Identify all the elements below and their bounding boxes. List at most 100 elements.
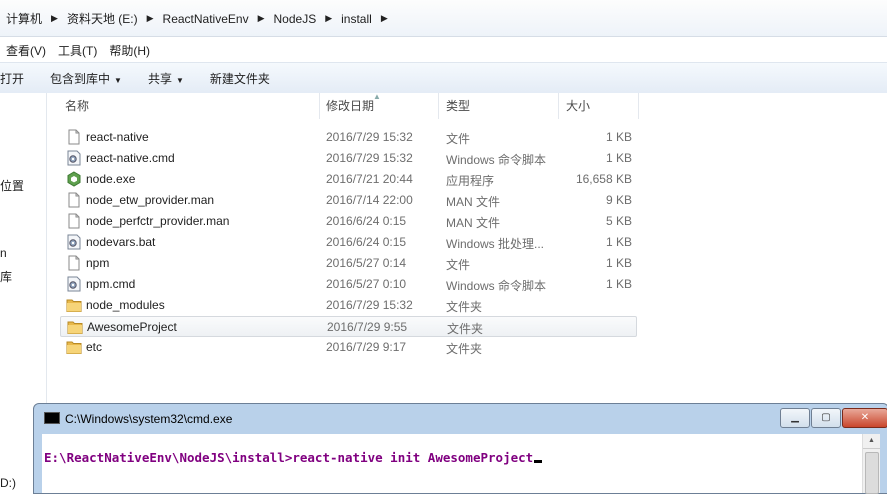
file-name: react-native [86,130,149,144]
include-library-button[interactable]: 包含到库中 ▼ [50,70,136,87]
open-button[interactable]: 打开 [0,70,38,87]
share-button[interactable]: 共享 ▼ [148,70,198,87]
maximize-button[interactable]: ▢ [811,408,841,428]
sort-ascending-icon: ▲ [373,92,381,101]
column-header: 名称 修改日期 ▲ 类型 大小 [47,92,647,119]
menu-tools[interactable]: 工具(T) [52,42,103,59]
share-label: 共享 [147,71,172,86]
window-controls: ▁ ▢ ✕ [779,408,887,428]
text-cursor [534,460,543,463]
nav-item-library[interactable]: 库 [0,268,12,285]
file-date: 2016/7/29 15:32 [326,130,413,144]
file-name: node_etw_provider.man [86,193,215,207]
nav-item-drive-d[interactable]: D:) [0,476,16,490]
console-command-text: E:\ReactNativeEnv\NodeJS\install>react-n… [44,450,534,465]
scroll-up-icon[interactable]: ▲ [863,434,880,449]
file-type: MAN 文件 [446,216,501,230]
breadcrumb-nodejs[interactable]: NodeJS [268,12,323,26]
menu-bar: 查看(V) 工具(T) 帮助(H) [0,38,156,62]
file-name: nodevars.bat [86,235,156,249]
file-date: 2016/5/27 0:14 [326,256,407,270]
file-row[interactable]: npm 2016/5/27 0:14 文件 1 KB [60,253,635,274]
folder-icon [66,339,82,355]
breadcrumb-install[interactable]: install [335,12,378,26]
console-command-line: E:\ReactNativeEnv\NodeJS\install>react-n… [44,450,543,465]
file-size: 16,658 KB [575,172,632,186]
file-row[interactable]: react-native.cmd 2016/7/29 15:32 Windows 命… [60,148,635,169]
file-type: Windows 命令脚本 [446,279,547,293]
dropdown-caret-icon: ▼ [175,75,184,85]
file-date: 2016/5/27 0:10 [326,277,407,291]
file-size: 1 KB [605,277,632,291]
file-type: Windows 批处理... [446,237,545,251]
breadcrumb-reactnativeenv[interactable]: ReactNativeEnv [157,12,255,26]
file-name: node_perfctr_provider.man [86,214,230,228]
file-size: 1 KB [605,235,632,249]
menu-help[interactable]: 帮助(H) [103,42,156,59]
minimize-button[interactable]: ▁ [780,408,810,428]
vertical-scrollbar[interactable]: ▲ [862,434,880,494]
folder-icon [66,297,82,313]
file-type: Windows 命令脚本 [446,153,547,167]
breadcrumb-drive[interactable]: 资料天地 (E:) [61,10,144,27]
file-date: 2016/7/21 20:44 [326,172,413,186]
file-icon [66,129,82,145]
file-name: npm.cmd [86,277,136,291]
console-icon [44,412,60,424]
file-row[interactable]: nodevars.bat 2016/6/24 0:15 Windows 批处理...… [60,232,635,253]
file-row[interactable]: node.exe 2016/7/21 20:44 应用程序 16,658 KB [60,169,635,190]
chevron-right-icon[interactable]: ▶ [322,13,335,24]
file-row[interactable]: node_modules 2016/7/29 15:32 文件夹 [60,295,635,316]
file-date: 2016/6/24 0:15 [326,235,407,249]
breadcrumb-computer[interactable]: 计算机 [0,10,48,27]
cmd-title-bar[interactable]: C:\Windows\system32\cmd.exe [44,412,232,426]
file-type: 文件夹 [446,342,483,356]
chevron-right-icon[interactable]: ▶ [378,13,391,24]
file-name: npm [86,256,110,270]
chevron-right-icon[interactable]: ▶ [144,13,157,24]
file-size: 1 KB [605,151,632,165]
cmd-title: C:\Windows\system32\cmd.exe [65,412,233,426]
file-row[interactable]: etc 2016/7/29 9:17 文件夹 [60,337,635,358]
file-row[interactable]: npm.cmd 2016/5/27 0:10 Windows 命令脚本 1 KB [60,274,635,295]
command-toolbar: 打开 包含到库中 ▼ 共享 ▼ 新建文件夹 [0,62,887,94]
new-folder-label: 新建文件夹 [209,71,270,86]
file-icon [66,192,82,208]
file-size: 5 KB [605,214,632,228]
folder-icon [67,319,83,335]
address-bar[interactable]: 计算机 ▶ 资料天地 (E:) ▶ ReactNativeEnv ▶ NodeJ… [0,0,887,37]
file-row[interactable]: react-native 2016/7/29 15:32 文件 1 KB [60,127,635,148]
file-date: 2016/7/29 9:17 [326,340,407,354]
chevron-right-icon[interactable]: ▶ [255,13,268,24]
column-name[interactable]: 名称 [59,93,320,119]
file-date: 2016/7/29 15:32 [326,151,413,165]
file-row[interactable]: node_perfctr_provider.man 2016/6/24 0:15 M… [60,211,635,232]
new-folder-button[interactable]: 新建文件夹 [210,70,284,87]
close-button[interactable]: ✕ [842,408,887,428]
cmd-window[interactable]: C:\Windows\system32\cmd.exe ▁ ▢ ✕ E:\Rea… [33,403,887,494]
menu-view[interactable]: 查看(V) [0,42,52,59]
file-size: 9 KB [605,193,632,207]
column-type[interactable]: 类型 [440,93,559,119]
chevron-right-icon[interactable]: ▶ [48,13,61,24]
console-output[interactable]: E:\ReactNativeEnv\NodeJS\install>react-n… [42,434,880,494]
file-type: 应用程序 [446,174,495,188]
include-library-label: 包含到库中 [50,71,111,86]
file-name: node.exe [86,172,136,186]
nav-item-locations[interactable]: 位置 [0,177,24,194]
file-name: etc [86,340,103,354]
file-type: MAN 文件 [446,195,501,209]
file-name: react-native.cmd [86,151,175,165]
file-row[interactable]: AwesomeProject 2016/7/29 9:55 文件夹 [60,316,637,337]
file-name: node_modules [86,298,165,312]
file-date: 2016/7/29 15:32 [326,298,413,312]
nav-item-partial[interactable]: n [0,246,7,260]
file-icon [66,255,82,271]
scroll-thumb[interactable] [865,452,879,494]
dropdown-caret-icon: ▼ [114,75,122,85]
file-row[interactable]: node_etw_provider.man 2016/7/14 22:00 MAN … [60,190,635,211]
open-label: 打开 [0,71,25,86]
file-date: 2016/7/14 22:00 [326,193,413,207]
column-size[interactable]: 大小 [560,93,639,119]
file-name: AwesomeProject [87,320,177,334]
